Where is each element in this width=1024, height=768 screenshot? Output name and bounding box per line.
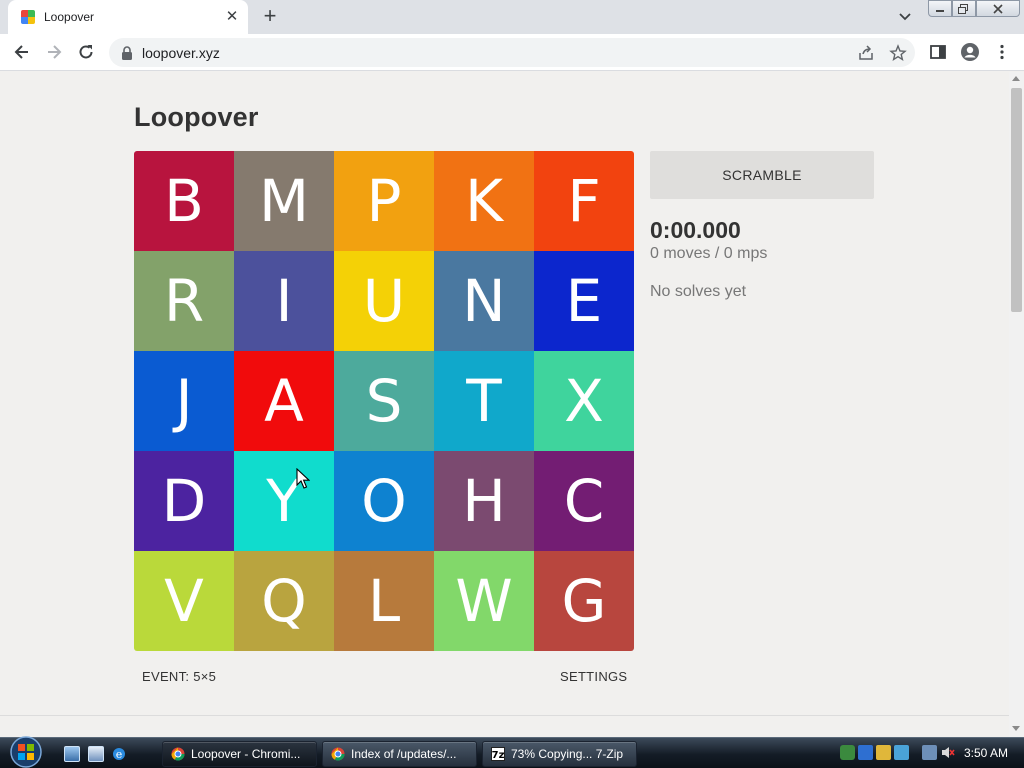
internet-explorer-icon[interactable]: e [111,746,127,762]
timer-display: 0:00.000 [650,217,741,243]
tile-n[interactable]: N [434,251,534,351]
chrome-icon [331,747,345,761]
tile-g[interactable]: G [534,551,634,651]
moves-counter: 0 moves / 0 mps [650,245,768,262]
tab-title: Loopover [44,10,95,24]
tile-u[interactable]: U [334,251,434,351]
bookmark-star-icon[interactable] [889,44,907,62]
page-title: Loopover [134,102,259,132]
browser-menu-kebab-icon[interactable] [990,40,1014,64]
forward-arrow-icon[interactable] [42,40,66,64]
scrollbar-thumb[interactable] [1011,88,1022,312]
browser-toolbar: loopover.xyz [0,34,1024,71]
restore-window-icon[interactable] [952,0,976,17]
tile-k[interactable]: K [434,151,534,251]
tray-app-icon[interactable] [858,745,873,760]
tab-close-icon[interactable]: ✕ [222,7,242,27]
taskbar-item-label: 73% Copying... 7-Zip [511,747,624,761]
chrome-icon [171,747,185,761]
taskbar-item-label: Loopover - Chromi... [191,747,301,761]
tile-b[interactable]: B [134,151,234,251]
loopover-favicon-icon [21,10,35,24]
security-center-icon[interactable] [876,745,891,760]
page-viewport: Loopover BMPKF RIUNE JASTX DYOHC VQLWG SCRAM… [0,72,1009,715]
solves-history: No solves yet [650,283,747,300]
browser-tab-strip: Loopover ✕ + [0,0,1024,34]
settings-button[interactable]: SETTINGS [560,669,627,684]
browser-tab-loopover[interactable]: Loopover ✕ [8,0,248,34]
tile-y[interactable]: Y [234,451,334,551]
tile-d[interactable]: D [134,451,234,551]
tile-f[interactable]: F [534,151,634,251]
tile-s[interactable]: S [334,351,434,451]
show-desktop-icon[interactable] [64,746,80,762]
scroll-down-arrow-icon[interactable] [1012,726,1020,731]
tile-r[interactable]: R [134,251,234,351]
taskbar-item-7zip[interactable]: 7z 73% Copying... 7-Zip [482,741,637,767]
share-icon[interactable] [857,44,875,62]
windows-taskbar: e Loopover - Chromi... Index of /updates… [0,734,1024,768]
side-panel: SCRAMBLE 0:00.000 0 moves / 0 mps No sol… [650,151,874,301]
taskbar-clock: 3:50 AM [964,746,1009,760]
back-arrow-icon[interactable] [10,40,34,64]
reload-icon[interactable] [74,40,98,64]
loopover-board[interactable]: BMPKF RIUNE JASTX DYOHC VQLWG [134,151,634,651]
address-bar[interactable]: loopover.xyz [109,38,915,67]
svg-text:7z: 7z [492,750,505,761]
tile-q[interactable]: Q [234,551,334,651]
tile-a[interactable]: A [234,351,334,451]
tile-p[interactable]: P [334,151,434,251]
tile-e[interactable]: E [534,251,634,351]
taskbar-item-loopover[interactable]: Loopover - Chromi... [162,741,317,767]
tile-i[interactable]: I [234,251,334,351]
tab-search-chevron-icon[interactable] [895,8,915,26]
window-controls [928,0,1020,17]
profile-avatar-icon[interactable] [958,40,982,64]
page-bottom-area [0,715,1009,737]
close-window-icon[interactable] [976,0,1020,17]
tile-w[interactable]: W [434,551,534,651]
taskbar-item-label: Index of /updates/... [351,747,457,761]
scroll-up-arrow-icon[interactable] [1012,76,1020,81]
tile-x[interactable]: X [534,351,634,451]
mouse-cursor-icon [296,468,310,489]
page-scrollbar[interactable] [1009,72,1024,737]
start-orb-icon[interactable] [6,734,46,768]
volume-muted-icon[interactable] [940,745,955,760]
switch-windows-icon[interactable] [88,746,104,762]
side-panel-icon[interactable] [926,40,950,64]
tile-c[interactable]: C [534,451,634,551]
tile-o[interactable]: O [334,451,434,551]
lock-icon [122,46,132,60]
svg-text:e: e [116,748,123,761]
7zip-icon: 7z [491,747,505,761]
tile-l[interactable]: L [334,551,434,651]
tile-v[interactable]: V [134,551,234,651]
event-selector[interactable]: EVENT: 5×5 [142,669,216,684]
tile-t[interactable]: T [434,351,534,451]
windows-update-icon[interactable] [894,745,909,760]
url-text: loopover.xyz [142,45,220,61]
network-share-icon[interactable] [840,745,855,760]
taskbar-item-index-updates[interactable]: Index of /updates/... [322,741,477,767]
network-status-icon[interactable] [922,745,937,760]
minimize-window-icon[interactable] [928,0,952,17]
tile-m[interactable]: M [234,151,334,251]
new-tab-plus-icon[interactable]: + [258,5,282,29]
tile-h[interactable]: H [434,451,534,551]
scramble-button[interactable]: SCRAMBLE [650,151,874,199]
tile-j[interactable]: J [134,351,234,451]
